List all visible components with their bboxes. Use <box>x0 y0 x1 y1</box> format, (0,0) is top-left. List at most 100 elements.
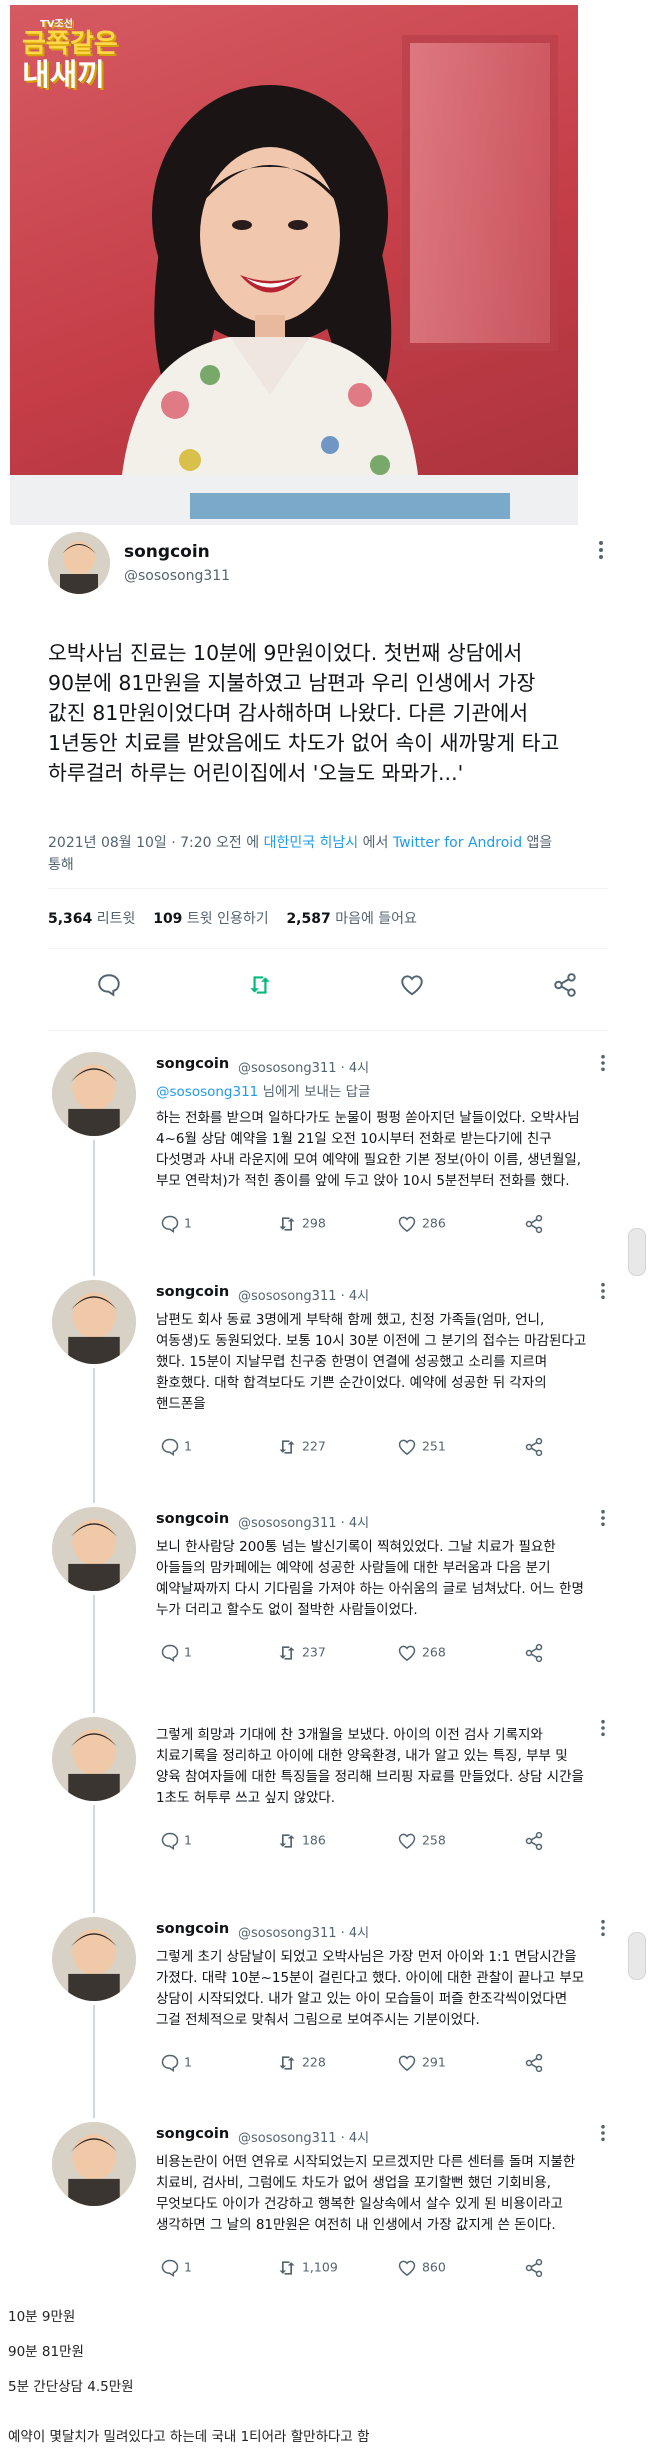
avatar[interactable] <box>52 1717 136 1801</box>
reply-text-line: 다섯명과 사내 라운지에 모여 예약에 필요한 기본 정보(아이 이름, 생년월… <box>156 1152 582 1168</box>
retweet-icon[interactable] <box>246 972 274 1002</box>
like-action[interactable]: 251 <box>396 1437 446 1457</box>
footer-line: 10분 9만원 <box>8 2309 76 2325</box>
more-icon[interactable] <box>600 1919 606 1941</box>
reply-action[interactable]: 1 <box>160 1437 192 1457</box>
divider <box>48 948 608 949</box>
more-icon[interactable] <box>600 1719 606 1741</box>
reply-icon[interactable] <box>160 1832 180 1850</box>
like-icon[interactable] <box>398 972 426 1002</box>
share-icon[interactable] <box>524 1214 544 1238</box>
retweet-count: 228 <box>301 2054 326 2070</box>
avatar[interactable] <box>52 1917 136 2001</box>
thread-line <box>93 1805 95 1913</box>
retweet-action[interactable]: 227 <box>276 1437 326 1457</box>
retweet-icon[interactable] <box>276 2260 298 2275</box>
display-name[interactable]: songcoin <box>156 1921 229 1937</box>
retweet-icon[interactable] <box>276 1833 298 1848</box>
tweet-text: 오박사님 진료는 10분에 9만원이었다. 첫번째 상담에서 90분에 81만원… <box>48 641 560 785</box>
reply-text-line: 하는 전화를 받으며 일하다가도 눈물이 펑펑 쏟아지던 날들이었다. 오박사님 <box>156 1110 580 1126</box>
reply-text-line: 상담이 시작되었다. 내가 알고 있는 아이 모습들이 퍼즐 한조각씩이었다면 <box>156 1991 568 2007</box>
retweet-action[interactable]: 186 <box>276 1831 326 1851</box>
more-icon[interactable] <box>600 2124 606 2146</box>
reply-text-line: 부모 연락처)가 적힌 종이를 앞에 두고 앉아 10시 5분전부터 전화를 했… <box>156 1173 570 1189</box>
retweet-action[interactable]: 298 <box>276 1214 326 1234</box>
like-icon[interactable] <box>396 1833 418 1849</box>
avatar[interactable] <box>52 2122 136 2206</box>
handle[interactable]: @sososong311 · 4시 <box>238 1285 369 1304</box>
retweet-count: 237 <box>301 1644 326 1660</box>
handle[interactable]: @sososong311 · 4시 <box>238 1512 369 1531</box>
share-icon[interactable] <box>524 1643 544 1667</box>
scrollbar-thumb[interactable] <box>628 1228 646 1276</box>
like-action[interactable]: 268 <box>396 1643 446 1663</box>
like-action[interactable]: 291 <box>396 2053 446 2073</box>
share-icon[interactable] <box>524 2258 544 2282</box>
display-name[interactable]: songcoin <box>156 1056 229 1072</box>
handle[interactable]: @sososong311 · 4시 <box>238 1922 369 1941</box>
like-action[interactable]: 286 <box>396 1214 446 1234</box>
like-icon[interactable] <box>396 2055 418 2071</box>
reply-action[interactable]: 1 <box>160 1643 192 1663</box>
retweet-icon[interactable] <box>276 2055 298 2070</box>
retweet-action[interactable]: 228 <box>276 2053 326 2073</box>
scrollbar-thumb[interactable] <box>628 1932 646 1980</box>
share-icon[interactable] <box>552 972 578 1002</box>
like-count: 251 <box>421 1438 446 1454</box>
retweet-icon[interactable] <box>276 1216 298 1231</box>
retweet-count[interactable]: 5,364 <box>48 911 92 927</box>
display-name[interactable]: songcoin <box>156 1511 229 1527</box>
handle[interactable]: @sososong311 · 4시 <box>238 2127 369 2146</box>
reply-action[interactable]: 1 <box>160 2258 192 2278</box>
more-icon[interactable] <box>598 540 608 564</box>
retweet-icon[interactable] <box>276 1645 298 1660</box>
reply-text-line: 여동생)도 동원되었다. 보통 10시 30분 이전에 그 분기의 접수는 마감… <box>156 1333 587 1349</box>
reply-icon[interactable] <box>160 2054 180 2072</box>
avatar[interactable] <box>48 532 110 594</box>
quote-count[interactable]: 109 <box>153 911 182 927</box>
share-icon[interactable] <box>524 1437 544 1461</box>
display-name[interactable]: songcoin <box>156 2126 229 2142</box>
reply-text-line: 그렇게 희망과 기대에 찬 3개월을 보냈다. 아이의 이전 검사 기록지와 <box>156 1727 543 1743</box>
like-action[interactable]: 860 <box>396 2258 446 2278</box>
reply-to-link[interactable]: @sososong311 <box>156 1084 258 1100</box>
avatar[interactable] <box>52 1052 136 1136</box>
reply-text-line: 아들들의 맘카페에는 예약에 성공한 사람들에 대한 부러움과 다음 분기 <box>156 1560 551 1576</box>
retweet-action[interactable]: 237 <box>276 1643 326 1663</box>
retweet-action[interactable]: 1,109 <box>276 2258 338 2278</box>
reply-text-line: 핸드폰을 <box>156 1396 206 1412</box>
reply-action[interactable]: 1 <box>160 1214 192 1234</box>
reply-icon[interactable] <box>160 1644 180 1662</box>
avatar[interactable] <box>52 1507 136 1591</box>
thread-line <box>93 2005 95 2118</box>
more-icon[interactable] <box>600 1509 606 1531</box>
tweet-meta: 2021년 08월 10일 · 7:20 오전 에 대한민국 히남시 에서 Tw… <box>48 835 553 873</box>
client-link[interactable]: Twitter for Android <box>393 835 522 851</box>
tweet-stats: 5,364 리트윗 109 트윗 인용하기 2,587 마음에 들어요 <box>48 911 417 927</box>
reply-text-line: 했다. 15분이 지날무렵 친구중 한명이 연결에 성공했고 소리를 지르며 <box>156 1354 548 1370</box>
share-icon[interactable] <box>524 2053 544 2077</box>
like-icon[interactable] <box>396 1645 418 1661</box>
location-link[interactable]: 대한민국 히남시 <box>264 835 359 851</box>
share-icon[interactable] <box>524 1831 544 1855</box>
reply-icon[interactable] <box>96 972 122 1002</box>
like-icon[interactable] <box>396 2260 418 2276</box>
reply-action[interactable]: 1 <box>160 1831 192 1851</box>
display-name[interactable]: songcoin <box>156 1284 229 1300</box>
handle[interactable]: @sososong311 · 4시 <box>238 1057 369 1076</box>
avatar[interactable] <box>52 1280 136 1364</box>
like-action[interactable]: 258 <box>396 1831 446 1851</box>
reply-icon[interactable] <box>160 2259 180 2277</box>
more-icon[interactable] <box>600 1054 606 1076</box>
like-icon[interactable] <box>396 1216 418 1232</box>
like-icon[interactable] <box>396 1439 418 1455</box>
retweet-icon[interactable] <box>276 1439 298 1454</box>
like-count: 860 <box>421 2259 446 2275</box>
reply-icon[interactable] <box>160 1438 180 1456</box>
handle[interactable]: @sososong311 <box>124 568 230 584</box>
reply-icon[interactable] <box>160 1215 180 1233</box>
more-icon[interactable] <box>600 1282 606 1304</box>
reply-action[interactable]: 1 <box>160 2053 192 2073</box>
display-name[interactable]: songcoin <box>124 542 210 562</box>
like-count[interactable]: 2,587 <box>286 911 330 927</box>
